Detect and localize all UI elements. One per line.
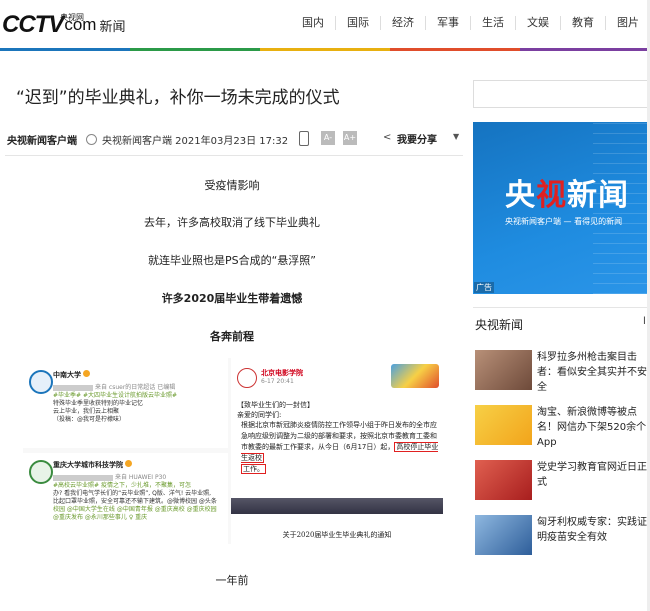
nav-item-life[interactable]: 生活	[470, 16, 515, 30]
nav-item-pictures[interactable]: 图片	[605, 16, 650, 30]
header-color-bar	[0, 48, 650, 51]
paragraph-2: 去年，许多高校取消了线下毕业典礼	[144, 216, 320, 229]
weibo-post-csu: 中南大学 来自 csuer的日常超话 已编辑 #毕业季# #大四毕业生设计航拍版…	[23, 358, 228, 448]
letter-heading: 【致毕业生们的一封信】	[237, 401, 314, 409]
nav-item-education[interactable]: 教育	[560, 16, 605, 30]
news-thumbnail	[475, 515, 532, 555]
clock-icon	[86, 133, 97, 145]
news-headline[interactable]: 匈牙利权威专家：实践证明疫苗安全有效	[537, 515, 650, 545]
article-date: 央视新闻客户端 2021年03月23日 17:32	[102, 135, 289, 147]
paragraph-4: 许多2020届毕业生带着遗憾	[161, 292, 303, 305]
news-thumbnail	[475, 350, 532, 390]
post-date: 6-17 20:41	[261, 378, 294, 385]
logo-news: 新闻	[99, 19, 126, 35]
weibo-post-bfa: 北京电影学院 6-17 20:41 【致毕业生们的一封信】 亲爱的同学们: 根据…	[231, 358, 443, 544]
nav-item-domestic[interactable]: 国内	[291, 16, 335, 30]
logo-small-text: 央视网	[60, 13, 84, 22]
logo-cctv: CCTV	[2, 11, 64, 38]
article-meta: 央视新闻客户端 央视新闻客户端 2021年03月23日 17:32 A- A+ …	[7, 131, 459, 147]
news-headline[interactable]: 淘宝、新浪微博等被点名！网信办下架520余个App	[537, 405, 650, 450]
divider	[5, 155, 463, 156]
nav-item-entertainment[interactable]: 文娱	[515, 16, 560, 30]
font-increase-button[interactable]: A+	[343, 131, 357, 145]
share-icon[interactable]: <	[383, 132, 391, 143]
chevron-down-icon[interactable]: ▼	[453, 132, 459, 141]
cctv-logo[interactable]: 央视网 CCTV com 新闻	[2, 10, 125, 40]
letter-greeting: 亲爱的同学们:	[237, 411, 282, 419]
news-headline[interactable]: 科罗拉多州枪击案目击者：看似安全其实并不安全	[537, 350, 650, 395]
news-item[interactable]: 科罗拉多州枪击案目击者：看似安全其实并不安全	[475, 350, 650, 394]
nav-item-economy[interactable]: 经济	[380, 16, 425, 30]
post-decoration	[391, 364, 439, 388]
sidebar-search-box[interactable]	[473, 80, 650, 108]
post-meta: 来自 HUAWEI P30	[53, 472, 166, 481]
section-icon: l	[643, 316, 646, 327]
news-headline[interactable]: 党史学习教育官网近日正式	[537, 460, 650, 490]
avatar	[29, 370, 53, 394]
article-source[interactable]: 央视新闻客户端	[7, 132, 77, 147]
paragraph-3: 就连毕业照也是PS合成的“悬浮照”	[147, 254, 316, 267]
post-text: #毕业季# #大四毕业生设计航拍版云毕业照# 特殊毕业季里收获特别的毕业记忆 云…	[53, 392, 178, 423]
post-author: 重庆大学城市科技学院	[53, 460, 132, 470]
highlight-box: 工作。	[241, 464, 266, 474]
share-button[interactable]: 我要分享	[397, 131, 437, 146]
weibo-post-cqu: 重庆大学城市科技学院 来自 HUAWEI P30 #高校云毕业照# 疫情之下，少…	[23, 453, 228, 544]
letter-caption: 关于2020届毕业生毕业典礼的通知	[282, 531, 392, 539]
news-item[interactable]: 淘宝、新浪微博等被点名！网信办下架520余个App	[475, 405, 650, 449]
main-nav: 国内 国际 经济 军事 生活 文娱 教育 图片	[291, 16, 650, 30]
article-image: 中南大学 来自 csuer的日常超话 已编辑 #毕业季# #大四毕业生设计航拍版…	[23, 358, 443, 544]
news-item[interactable]: 匈牙利权威专家：实践证明疫苗安全有效	[475, 515, 650, 559]
post-text: #高校云毕业照# 疫情之下，少扎堆，不聚集，可怎 办? 看我们电气学长们的“云毕…	[53, 482, 217, 521]
mobile-icon[interactable]	[299, 131, 309, 146]
post-meta: 来自 csuer的日常超话 已编辑	[53, 382, 175, 391]
avatar	[237, 368, 257, 388]
letter-body: 根据北京市新冠肺炎疫情防控工作领导小组于昨日发布的全市应急响应级别调整为二级的部…	[241, 421, 439, 474]
news-thumbnail	[475, 405, 532, 445]
campus-photo	[231, 498, 443, 514]
ad-subtitle: 央视新闻客户端 — 看得见的新闻	[505, 217, 623, 226]
ad-label: 广告	[474, 282, 494, 293]
nav-item-international[interactable]: 国际	[335, 16, 380, 30]
font-decrease-button[interactable]: A-	[321, 131, 335, 145]
article-title: “迟到”的毕业典礼，补你一场未完成的仪式	[16, 88, 340, 108]
post-author: 北京电影学院	[261, 369, 303, 377]
news-item[interactable]: 党史学习教育官网近日正式	[475, 460, 650, 504]
sidebar-section-title: 央视新闻	[475, 318, 524, 332]
paragraph-1: 受疫情影响	[204, 179, 260, 192]
ad-title: 央视新闻	[505, 178, 629, 213]
paragraph-6: 一年前	[215, 574, 249, 587]
verified-icon	[83, 370, 90, 377]
verified-icon	[125, 460, 132, 467]
nav-item-military[interactable]: 军事	[425, 16, 470, 30]
sidebar-ad[interactable]: 央视新闻 央视新闻客户端 — 看得见的新闻 广告	[473, 122, 650, 294]
paragraph-5: 各奔前程	[210, 330, 254, 343]
avatar	[29, 460, 53, 484]
divider	[473, 307, 650, 308]
post-author: 中南大学	[53, 370, 90, 380]
news-thumbnail	[475, 460, 532, 500]
top-header: 央视网 CCTV com 新闻 国内 国际 经济 军事 生活 文娱 教育 图片	[0, 0, 650, 51]
